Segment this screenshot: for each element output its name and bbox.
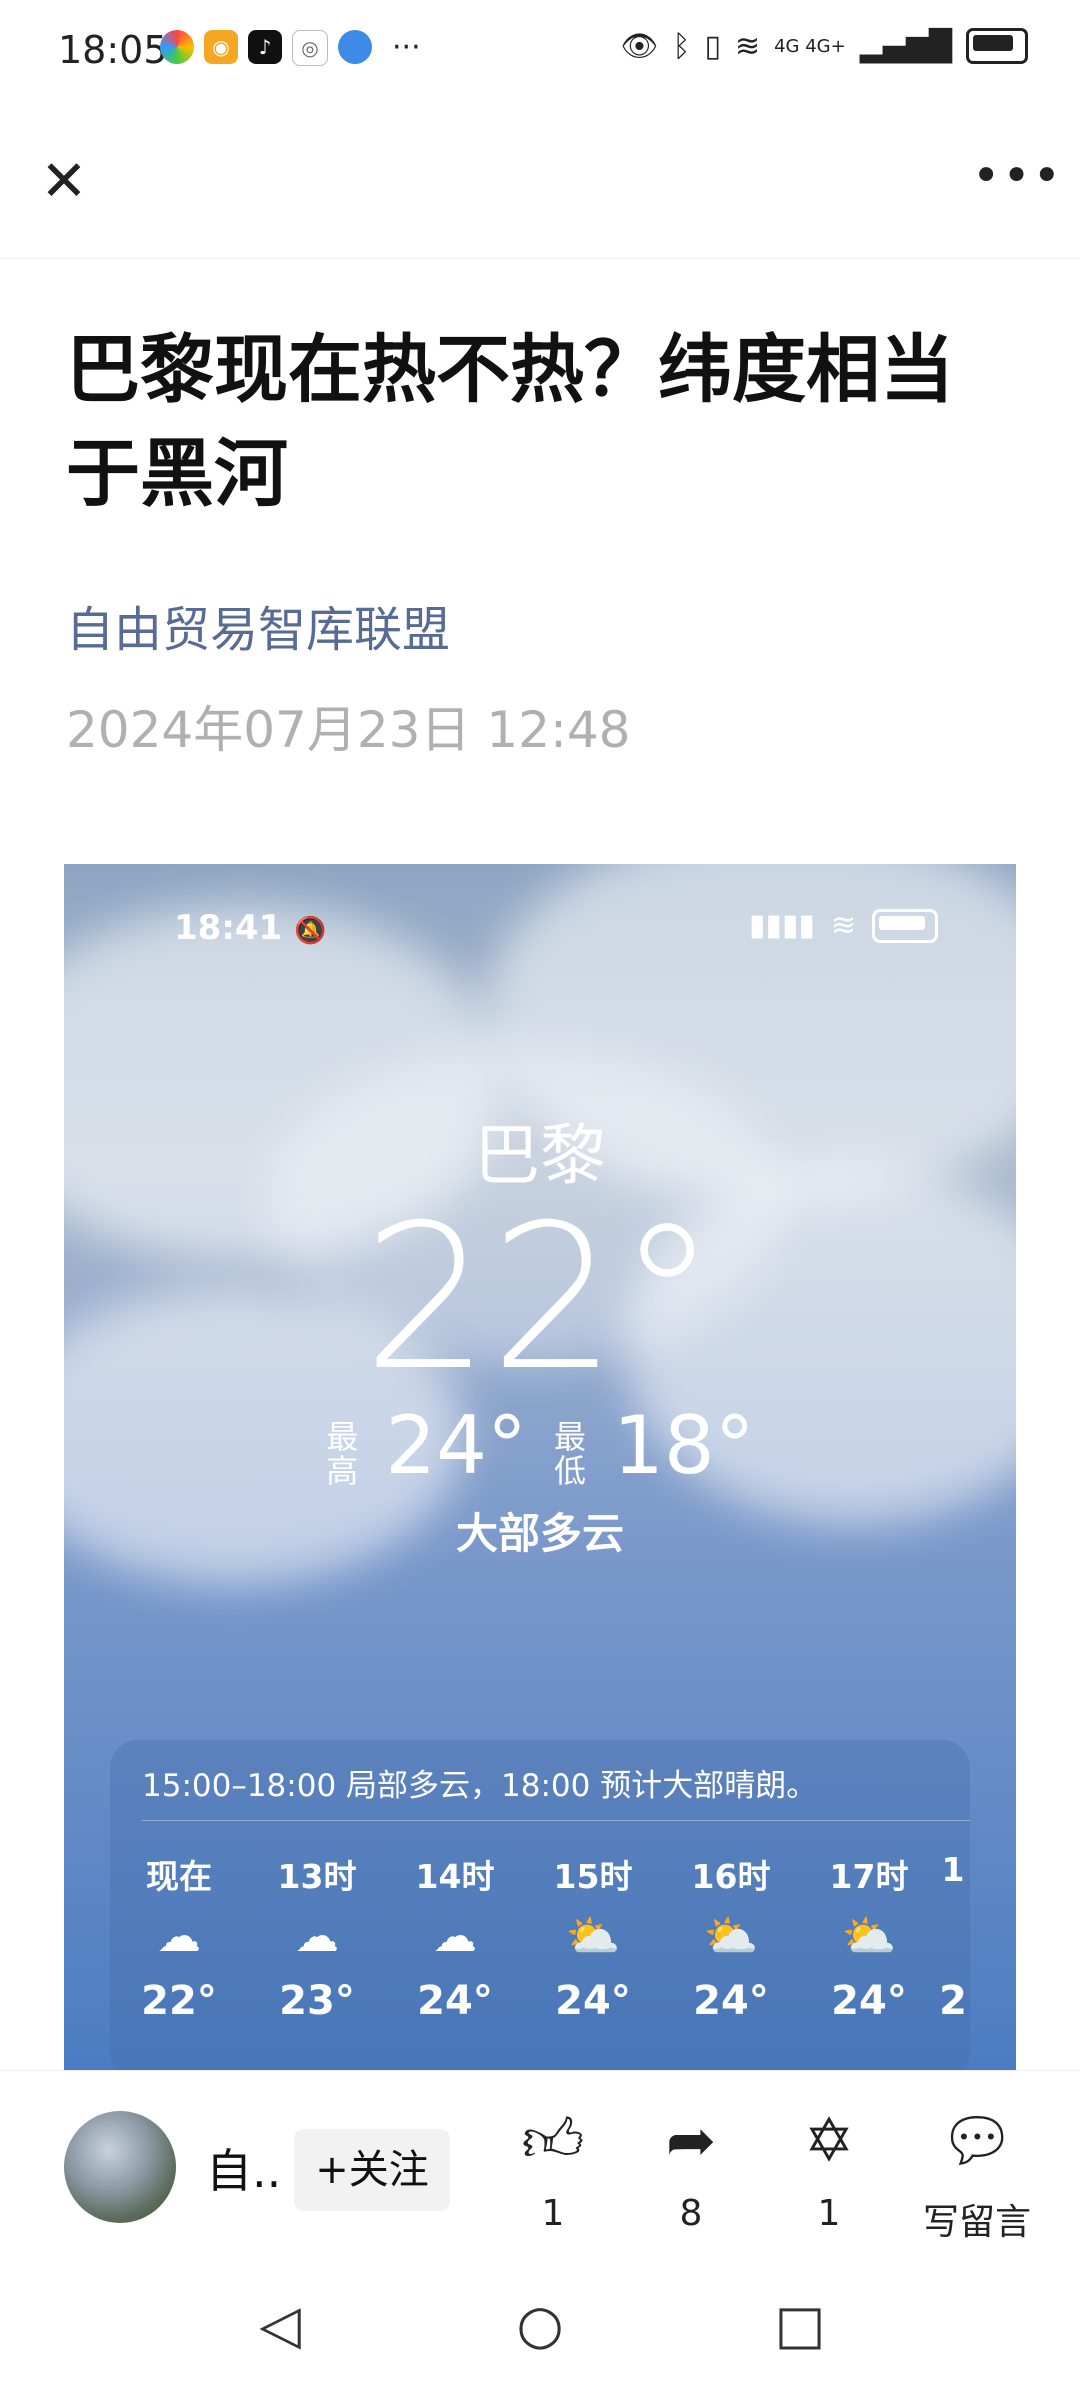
shot-status-time: 18:41 🔕	[174, 908, 327, 948]
like-count: 1	[541, 2193, 565, 2234]
partly-sunny-icon: ⛅	[565, 1911, 621, 1962]
high-temp: 24°	[385, 1399, 527, 1492]
article-author-link[interactable]: 自由贸易智库联盟	[66, 590, 450, 660]
more-options-button[interactable]: •••	[972, 150, 1061, 214]
weather-high-low: 最高 24° 最低 18°	[64, 1399, 1016, 1492]
recents-square-icon[interactable]: □	[760, 2293, 840, 2356]
low-label: 最低	[553, 1418, 586, 1490]
shot-status-icons: ▮▮▮▮ ≋	[749, 908, 938, 943]
comment-label: 写留言	[922, 2202, 1031, 2243]
colorful-app-icon	[160, 30, 194, 64]
back-triangle-icon[interactable]: ◁	[240, 2293, 320, 2356]
article-title: 巴黎现在热不热？纬度相当于黑河	[66, 327, 954, 517]
shot-battery-icon	[872, 908, 938, 943]
wow-button[interactable]: ✡ 1	[764, 2101, 894, 2234]
weather-condition: 大部多云	[455, 1509, 624, 1558]
comment-icon: 💬︎	[938, 2106, 1016, 2176]
forecast-summary: 15:00–18:00 局部多云，18:00 预计大部晴朗。	[142, 1768, 818, 1804]
article-action-bar: 自.. +关注 👍︎ 1 ➦ 8 ✡ 1 💬︎ 写留言	[0, 2070, 1080, 2261]
system-nav-bar: ◁ ○ □	[0, 2260, 1080, 2388]
mute-icon: 🔕	[294, 916, 327, 946]
wifi-icon: ≋	[734, 28, 761, 64]
hourly-list: 现在 ☁ 22° 13时 ☁ 23° 14时 ☁ 24° 15时 ⛅ 24° 1…	[110, 1850, 990, 2024]
partly-sunny-icon: ⛅	[703, 1911, 759, 1962]
share-button[interactable]: ➦ 8	[626, 2101, 756, 2234]
low-temp: 18°	[613, 1399, 755, 1492]
cloud-icon: ☁	[295, 1911, 339, 1962]
signal-icon: ▂▄▆█	[859, 28, 952, 64]
wow-star-icon: ✡	[803, 2106, 855, 2176]
hour-item: 14时 ☁ 24°	[415, 1857, 495, 2024]
cloud-icon: ☁	[157, 1911, 201, 1962]
tiktok-icon: ♪	[248, 30, 282, 64]
comment-button[interactable]: 💬︎ 写留言	[902, 2101, 1052, 2245]
vibrate-icon: ▯	[704, 28, 721, 64]
account-avatar[interactable]	[64, 2111, 176, 2223]
share-arrow-icon: ➦	[665, 2106, 717, 2176]
close-button[interactable]: ✕	[32, 150, 96, 214]
hour-item: 现在 ☁ 22°	[141, 1857, 217, 2024]
shot-signal-icon: ▮▮▮▮	[748, 908, 815, 943]
wow-count: 1	[817, 2193, 841, 2234]
network-label: 4G 4G+	[774, 35, 846, 57]
status-right: 👁 ᛒ ▯ ≋ 4G 4G+ ▂▄▆█	[620, 28, 1028, 64]
battery-icon	[966, 28, 1028, 64]
hour-item: 15时 ⛅ 24°	[553, 1857, 633, 2024]
follow-button[interactable]: +关注	[294, 2129, 450, 2211]
thumbs-up-icon: 👍︎	[521, 2106, 585, 2176]
wechat-icon: ◎	[292, 30, 328, 66]
high-label: 最高	[326, 1418, 359, 1490]
hour-item: 16时 ⛅ 24°	[691, 1857, 771, 2024]
status-time: 18:05	[58, 28, 168, 72]
bluetooth-icon: ᛒ	[672, 28, 691, 64]
article-date: 2024年07月23日 12:48	[66, 701, 631, 759]
hour-item: 17时 ⛅ 24°	[829, 1857, 909, 2024]
card-divider	[142, 1820, 970, 1821]
browser-icon	[338, 30, 372, 64]
home-circle-icon[interactable]: ○	[500, 2293, 580, 2356]
weather-temp: 22°	[362, 1182, 718, 1415]
account-name[interactable]: 自..	[206, 2135, 281, 2201]
eye-icon: 👁	[620, 28, 659, 64]
weibo-icon: ◉	[204, 30, 238, 64]
hour-item: 1 2	[939, 1850, 967, 2024]
partly-sunny-icon: ⛅	[841, 1911, 897, 1962]
more-notifications-icon: ···	[392, 30, 421, 65]
like-button[interactable]: 👍︎ 1	[488, 2101, 618, 2234]
cloud-icon: ☁	[433, 1911, 477, 1962]
share-count: 8	[679, 2193, 703, 2234]
hourly-forecast-card: 15:00–18:00 局部多云，18:00 预计大部晴朗。 现在 ☁ 22° …	[110, 1740, 970, 2070]
weather-screenshot-image[interactable]: 18:41 🔕 ▮▮▮▮ ≋ 巴黎 22° 最高 24° 最低 18° 大部多云…	[64, 864, 1016, 2070]
status-bar: 18:05 ◉ ♪ ◎ ··· 👁 ᛒ ▯ ≋ 4G 4G+ ▂▄▆█	[0, 0, 1080, 100]
top-bar: ✕ •••	[0, 100, 1080, 259]
notification-icons: ◉ ♪ ◎ ···	[160, 30, 421, 66]
shot-wifi-icon: ≋	[830, 908, 856, 943]
hour-item: 13时 ☁ 23°	[277, 1857, 357, 2024]
